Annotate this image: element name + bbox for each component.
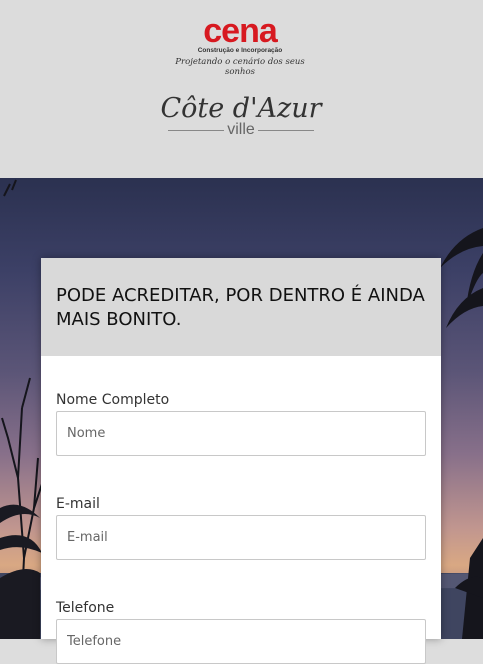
cote-dazur-logo: Côte d'Azur ville bbox=[160, 94, 322, 138]
cena-logo-wordmark: cena bbox=[203, 12, 278, 50]
name-field-group: Nome Completo bbox=[56, 391, 426, 456]
form-header: PODE ACREDITAR, POR DENTRO É AINDA MAIS … bbox=[41, 258, 441, 356]
name-input[interactable] bbox=[56, 411, 426, 456]
form-title: PODE ACREDITAR, POR DENTRO É AINDA MAIS … bbox=[56, 285, 425, 330]
ville-right-line bbox=[257, 129, 314, 131]
phone-input[interactable] bbox=[56, 619, 426, 664]
ville-word: ville bbox=[227, 121, 255, 138]
cena-logo-tagline: Projetando o cenário dos seus sonhos bbox=[175, 57, 305, 77]
phone-field-label: Telefone bbox=[56, 600, 115, 616]
cena-logo: cena Construção e Incorporação Projetand… bbox=[160, 14, 320, 77]
cena-logo-subtitle: Construção e Incorporação bbox=[197, 47, 283, 54]
email-field-label: E-mail bbox=[56, 496, 100, 512]
page-header: cena Construção e Incorporação Projetand… bbox=[0, 0, 483, 178]
ville-left-line bbox=[168, 129, 225, 131]
name-field-label: Nome Completo bbox=[56, 392, 170, 408]
ville-row: ville bbox=[160, 122, 322, 138]
email-field-group: E-mail bbox=[56, 495, 426, 560]
cote-dazur-wordmark: Côte d'Azur bbox=[160, 93, 322, 124]
lead-form-card: PODE ACREDITAR, POR DENTRO É AINDA MAIS … bbox=[41, 258, 441, 664]
email-input[interactable] bbox=[56, 515, 426, 560]
phone-field-group: Telefone bbox=[56, 599, 426, 664]
